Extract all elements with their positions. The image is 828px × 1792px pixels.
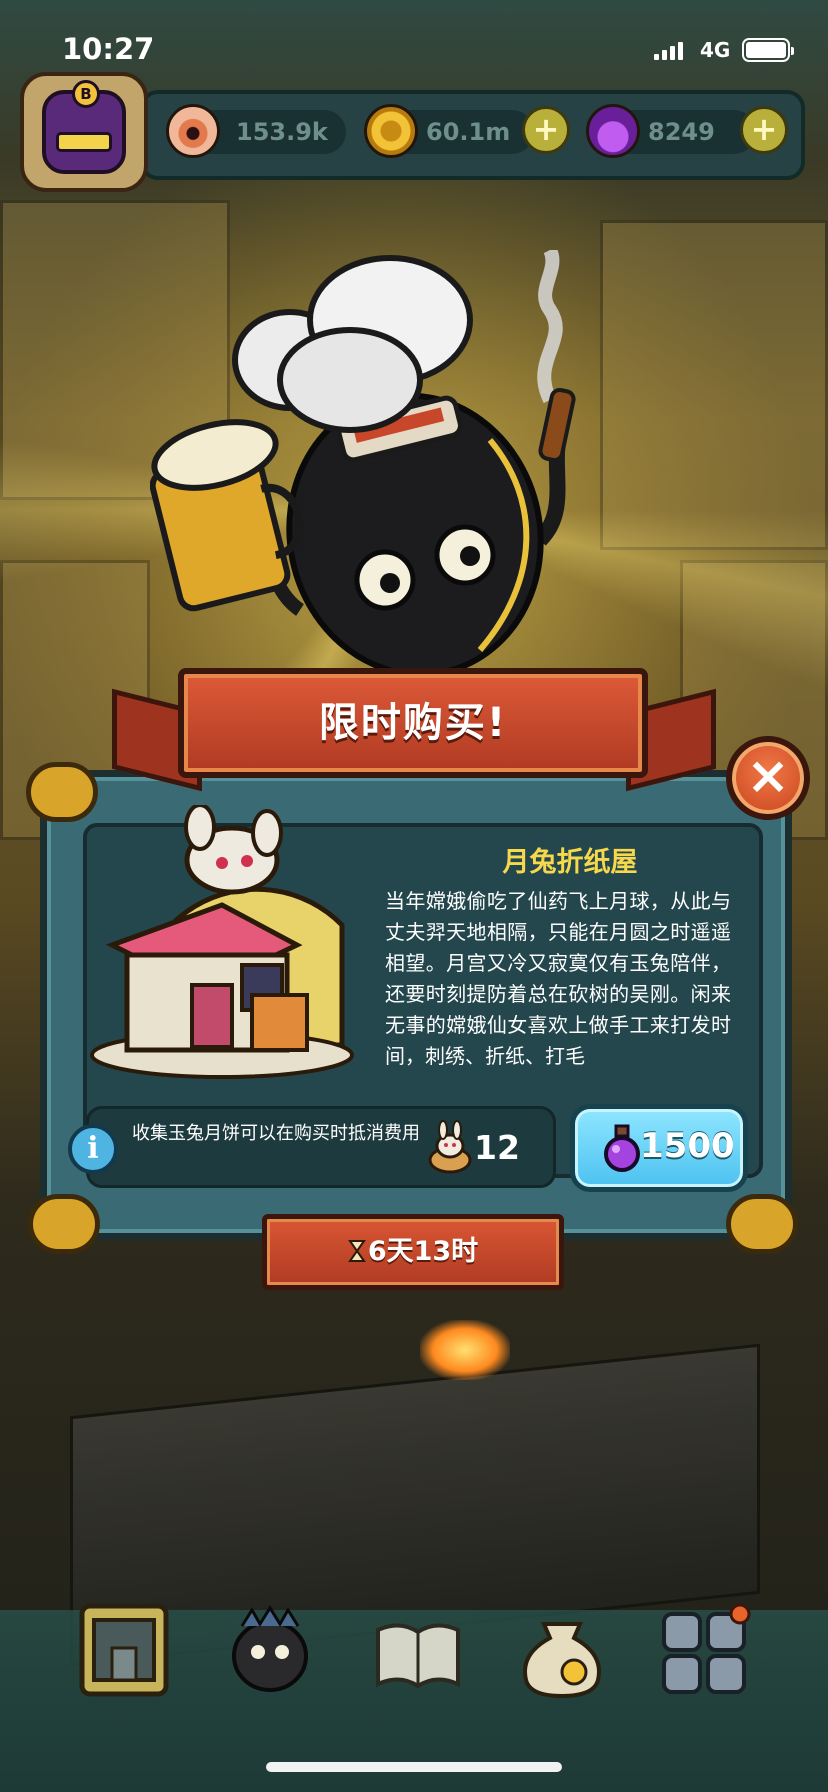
monster-avatar-icon: B xyxy=(42,80,126,174)
add-potions-button[interactable]: + xyxy=(740,106,788,154)
mooncake-count: 12 xyxy=(474,1128,520,1167)
add-coins-button[interactable]: + xyxy=(522,106,570,154)
potion-count: 8249 xyxy=(648,118,715,146)
corner-ornament xyxy=(726,1194,798,1254)
nav-book-icon[interactable] xyxy=(370,1600,466,1700)
potion-icon xyxy=(604,1124,640,1172)
close-button[interactable]: × xyxy=(726,736,810,820)
timer-value: 6天13时 xyxy=(367,1236,479,1267)
eye-count: 153.9k xyxy=(236,118,328,146)
nav-building-icon[interactable] xyxy=(76,1600,172,1700)
coin-count: 60.1m xyxy=(426,118,511,146)
coin-icon xyxy=(364,104,418,158)
info-icon[interactable]: i xyxy=(68,1124,118,1174)
mooncake-info-text: 收集玉兔月饼可以在购买时抵消费用 xyxy=(132,1123,420,1144)
network-label: 4G xyxy=(700,38,731,62)
home-indicator[interactable] xyxy=(266,1762,562,1772)
hourglass-icon xyxy=(347,1240,366,1262)
nav-money-bag-icon[interactable] xyxy=(514,1600,610,1700)
item-name: 月兔折纸屋 xyxy=(502,847,638,878)
corner-ornament xyxy=(28,1194,100,1254)
close-icon: × xyxy=(746,746,790,806)
nav-grid-icon[interactable] xyxy=(658,1600,754,1700)
eyeball-icon xyxy=(166,104,220,158)
offer-timer: 6天13时 xyxy=(262,1214,564,1290)
rabbit-paper-house-image xyxy=(90,805,354,1079)
battery-icon xyxy=(742,38,794,62)
potion-icon xyxy=(586,104,640,158)
player-avatar[interactable]: B xyxy=(20,72,148,192)
rabbit-mooncake-icon xyxy=(428,1120,472,1174)
status-time: 10:27 xyxy=(62,32,155,66)
item-description: 当年嫦娥偷吃了仙药飞上月球，从此与丈夫羿天地相隔，只能在月圆之时遥遥相望。月宫又… xyxy=(385,889,731,1068)
offer-title: 限时购买! xyxy=(318,700,508,746)
buy-price: 1500 xyxy=(640,1126,735,1166)
nav-monster-icon[interactable] xyxy=(222,1600,318,1700)
signal-icon xyxy=(654,42,683,60)
chef-monster-character xyxy=(150,250,576,678)
stove-fire xyxy=(420,1320,510,1380)
